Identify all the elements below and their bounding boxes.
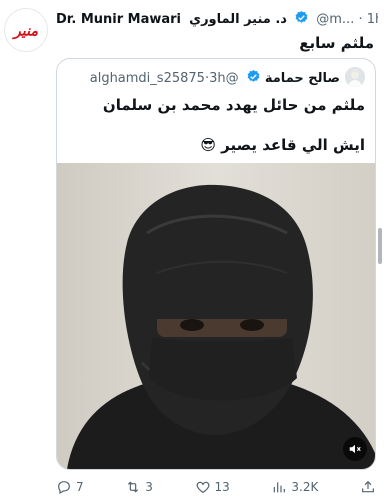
quoted-author-avatar[interactable] [345,67,365,87]
verified-badge-icon [295,10,308,23]
scrollbar-thumb[interactable] [378,228,382,264]
quoted-timestamp[interactable]: 3h [209,71,226,86]
heart-icon [196,481,209,494]
share-button[interactable] [360,479,376,495]
views-button[interactable]: 3.2K [271,479,318,495]
reply-button[interactable]: 7 [56,479,84,495]
quoted-author-name[interactable]: صالح حمامة [265,71,340,86]
retweet-icon [128,481,139,493]
view-count: 3.2K [291,480,319,494]
quoted-tweet[interactable]: صالح حمامة @alghamdi_s25875·3h ملثم من ح… [56,58,376,470]
tweet-actions: 7 3 13 3.2K [56,476,376,498]
author-avatar[interactable]: منير [4,8,48,52]
mute-button[interactable] [343,437,367,461]
retweet-count: 3 [145,480,153,494]
tweet-timestamp[interactable]: 1h [367,12,378,27]
quoted-tweet-header: صالح حمامة @alghamdi_s25875·3h [67,67,365,89]
author-name-ar[interactable]: د. منير الماوري [189,12,287,27]
like-button[interactable]: 13 [195,479,230,495]
header-separator: · [358,12,363,27]
quoted-avatar-image [345,67,365,87]
reply-count: 7 [76,480,84,494]
retweet-button[interactable]: 3 [125,479,153,495]
quoted-video[interactable] [57,163,375,469]
reply-icon [58,481,70,495]
tweet-header: Dr. Munir Mawari د. منير الماوري @m... ·… [56,10,378,30]
author-handle[interactable]: @m... [316,12,354,27]
like-count: 13 [214,480,230,494]
tweet-text: ملثم سابع [299,34,374,52]
analytics-icon [274,482,286,493]
quoted-verified-badge-icon [247,69,260,82]
author-name-en[interactable]: Dr. Munir Mawari [56,12,181,27]
share-icon [362,480,374,493]
author-avatar-logo: منير [5,9,47,51]
muted-speaker-icon [349,444,361,454]
quoted-text-line-1: ملثم من حائل يهدد محمد بن سلمان [102,96,365,114]
quoted-text-line-2: ايش الي قاعد يصير 😎 [200,136,365,154]
avatar-logo-text: منير [12,24,39,40]
video-frame-masked-man [57,163,375,469]
